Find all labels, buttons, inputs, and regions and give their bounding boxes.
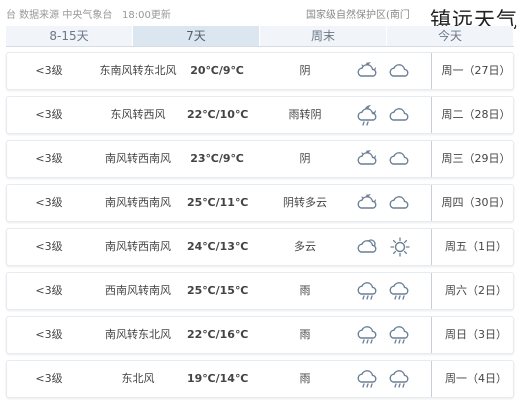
day-label: 周一（27日）: [441, 64, 511, 77]
wind-direction: 南风转西南风: [105, 152, 171, 165]
wind-direction: 南风转西南风: [105, 196, 171, 209]
weather-icons: [355, 317, 417, 353]
wind-level: <3级: [35, 328, 63, 341]
temperature-range: 25℃/15℃: [187, 284, 249, 297]
weather-icons: [355, 229, 417, 265]
forecast-row[interactable]: <3级 南风转西南风 25℃/11℃ 阴转多云 周四（30日）: [6, 184, 514, 222]
wind-level: <3级: [35, 108, 63, 121]
day-label: 周日（3日）: [445, 328, 507, 341]
weather-icons: [355, 273, 417, 309]
forecast-row[interactable]: <3级 东北风 19℃/14℃ 雨 周一（4日）: [6, 360, 514, 398]
wind-level: <3级: [35, 240, 63, 253]
night-rain-icon: [355, 104, 381, 126]
rain-icon: [387, 280, 413, 302]
temperature-range: 25℃/11℃: [187, 196, 249, 209]
tab-today[interactable]: 今天: [387, 26, 514, 46]
day-label: 周五（1日）: [445, 240, 507, 253]
weather-description: 雨: [299, 328, 311, 341]
location-name: 国家级自然保护区(南门: [306, 10, 410, 21]
weather-icons: [355, 53, 417, 89]
forecast-row[interactable]: <3级 西南风转南风 25℃/15℃ 雨 周六（2日）: [6, 272, 514, 310]
temperature-range: 22℃/10℃: [187, 108, 249, 121]
cloud-icon: [387, 104, 413, 126]
rain-icon: [355, 280, 381, 302]
divider: [431, 317, 432, 353]
weather-description: 阴: [299, 152, 311, 165]
rain-icon: [387, 324, 413, 346]
wind-direction: 南风转西南风: [105, 240, 171, 253]
forecast-row[interactable]: <3级 南风转西南风 24℃/13℃ 多云 周五（1日）: [6, 228, 514, 266]
weather-icons: [355, 185, 417, 221]
divider: [431, 229, 432, 265]
wind-level: <3级: [35, 372, 63, 385]
weather-icons: [355, 97, 417, 133]
temperature-range: 22℃/16℃: [187, 328, 249, 341]
data-source-text: 台 数据来源 中央气象台: [6, 10, 113, 21]
partly-cloudy-icon: [355, 236, 381, 258]
forecast-row[interactable]: <3级 东风转西风 22℃/10℃ 雨转阴 周二（28日）: [6, 96, 514, 134]
forecast-row[interactable]: <3级 东南风转东北风 20℃/9℃ 阴 周一（27日）: [6, 52, 514, 90]
tab-7-days[interactable]: 7天: [133, 26, 260, 46]
night-cloudy-icon: [355, 148, 381, 170]
forecast-tabs: 8-15天 7天 周末 今天: [6, 26, 514, 47]
cloud-icon: [387, 148, 413, 170]
wind-direction: 东北风: [121, 372, 155, 385]
night-cloudy-icon: [355, 60, 381, 82]
divider: [431, 97, 432, 133]
update-time: 18:00更新: [122, 10, 171, 21]
wind-level: <3级: [35, 196, 63, 209]
tab-8-15-days[interactable]: 8-15天: [6, 26, 133, 46]
weather-description: 雨转阴: [288, 108, 322, 121]
divider: [431, 273, 432, 309]
wind-level: <3级: [35, 284, 63, 297]
weather-description: 阴转多云: [283, 196, 327, 209]
temperature-range: 19℃/14℃: [187, 372, 249, 385]
weather-description: 阴: [299, 64, 311, 77]
rain-icon: [355, 324, 381, 346]
night-cloudy-icon: [355, 192, 381, 214]
cloud-icon: [387, 192, 413, 214]
weather-description: 雨: [299, 372, 311, 385]
forecast-row[interactable]: <3级 南风转东北风 22℃/16℃ 雨 周日（3日）: [6, 316, 514, 354]
weather-description: 雨: [299, 284, 311, 297]
tab-weekend[interactable]: 周末: [260, 26, 387, 46]
wind-level: <3级: [35, 64, 63, 77]
divider: [431, 141, 432, 177]
temperature-range: 20℃/9℃: [190, 64, 244, 77]
wind-level: <3级: [35, 152, 63, 165]
sun-icon: [387, 236, 413, 258]
cloud-icon: [387, 60, 413, 82]
day-label: 周六（2日）: [445, 284, 507, 297]
weather-icons: [355, 361, 417, 397]
wind-direction: 南风转东北风: [105, 328, 171, 341]
divider: [431, 53, 432, 89]
rain-icon: [355, 368, 381, 390]
temperature-range: 23℃/9℃: [190, 152, 244, 165]
day-label: 周二（28日）: [441, 108, 511, 121]
weather-description: 多云: [294, 240, 316, 253]
divider: [431, 361, 432, 397]
divider: [431, 185, 432, 221]
wind-direction: 东南风转东北风: [99, 64, 177, 77]
day-label: 周一（4日）: [445, 372, 507, 385]
weather-icons: [355, 141, 417, 177]
wind-direction: 东风转西风: [110, 108, 166, 121]
day-label: 周三（29日）: [441, 152, 511, 165]
day-label: 周四（30日）: [441, 196, 511, 209]
temperature-range: 24℃/13℃: [187, 240, 249, 253]
rain-icon: [387, 368, 413, 390]
forecast-list: <3级 东南风转东北风 20℃/9℃ 阴 周一（27日） <3级 东风转西风 2…: [6, 52, 514, 400]
wind-direction: 西南风转南风: [105, 284, 171, 297]
forecast-row[interactable]: <3级 南风转西南风 23℃/9℃ 阴 周三（29日）: [6, 140, 514, 178]
